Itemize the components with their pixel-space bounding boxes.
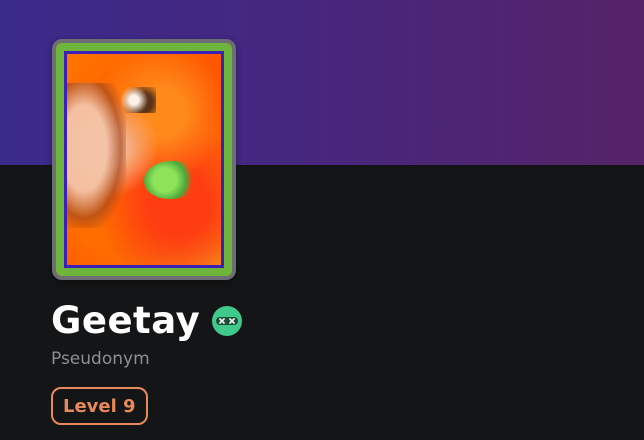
mascot-face-icon [211, 305, 243, 337]
profile-avatar[interactable] [52, 39, 236, 280]
avatar-border [56, 43, 232, 276]
level-badge: Level 9 [51, 387, 148, 425]
avatar-image [56, 43, 232, 276]
name-row: Geetay [51, 296, 243, 346]
profile-subtitle: Pseudonym [51, 349, 150, 369]
profile-display-name: Geetay [51, 299, 201, 342]
